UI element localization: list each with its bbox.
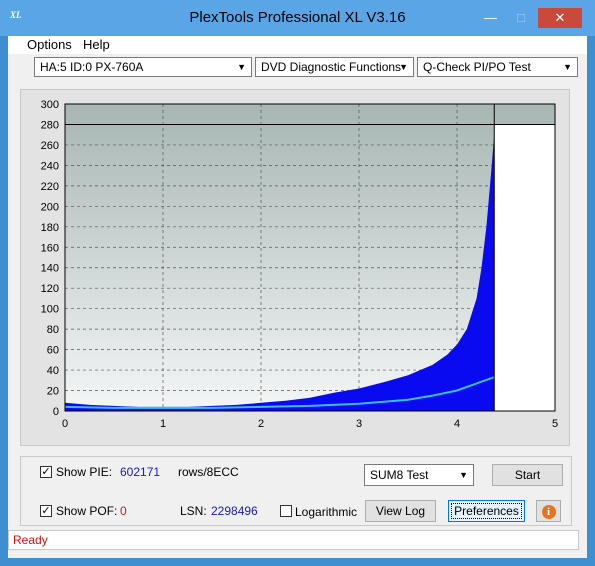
x-tick-label: 1 bbox=[160, 418, 166, 430]
y-tick-label: 60 bbox=[47, 345, 59, 357]
x-tick-label: 3 bbox=[356, 418, 362, 430]
chevron-down-icon: ▼ bbox=[459, 470, 468, 480]
y-tick-label: 40 bbox=[47, 365, 59, 377]
pi-po-chart: 0204060801001201401601802002202402602803… bbox=[41, 99, 558, 430]
show-pie-checkbox[interactable]: ✓ bbox=[40, 466, 52, 478]
drive-select[interactable]: HA:5 ID:0 PX-760A ▼ bbox=[34, 57, 252, 77]
y-tick-label: 200 bbox=[41, 201, 59, 213]
logarithmic-label: Logarithmic bbox=[295, 505, 358, 519]
close-icon[interactable]: ✕ bbox=[538, 8, 582, 28]
y-axis-ticks: 0 20 40 60 80 100 120 140 160 180 200 220 240 260 280 3… bbox=[41, 99, 59, 418]
y-tick-label: 160 bbox=[41, 242, 59, 254]
x-tick-label: 4 bbox=[454, 418, 460, 430]
preferences-label: Preferences bbox=[451, 503, 522, 519]
logarithmic-checkbox[interactable] bbox=[280, 505, 292, 517]
function-select-value: DVD Diagnostic Functions bbox=[261, 60, 402, 74]
y-tick-label: 120 bbox=[41, 283, 59, 295]
show-pie-label: Show PIE: bbox=[56, 465, 113, 479]
maximize-icon: □ bbox=[517, 10, 525, 25]
chevron-down-icon: ▼ bbox=[399, 62, 408, 72]
x-tick-label: 0 bbox=[62, 418, 68, 430]
y-tick-label: 300 bbox=[41, 99, 59, 111]
y-tick-label: 280 bbox=[41, 119, 59, 131]
x-tick-label: 2 bbox=[258, 418, 264, 430]
window-title: PlexTools Professional XL V3.16 bbox=[189, 9, 406, 26]
pie-value: 602171 bbox=[120, 465, 161, 479]
show-poe-checkbox[interactable]: ✓ bbox=[40, 505, 52, 517]
drive-select-value: HA:5 ID:0 PX-760A bbox=[40, 60, 144, 74]
unused-region bbox=[494, 124, 555, 411]
pie-unit: rows/8ECC bbox=[178, 465, 239, 479]
y-tick-label: 140 bbox=[41, 263, 59, 275]
x-axis-ticks: 0 1 2 3 4 5 bbox=[62, 418, 558, 430]
function-select[interactable]: DVD Diagnostic Functions ▼ bbox=[255, 57, 414, 77]
test-select[interactable]: Q-Check PI/PO Test ▼ bbox=[417, 57, 578, 77]
y-tick-label: 260 bbox=[41, 140, 59, 152]
y-tick-label: 220 bbox=[41, 181, 59, 193]
status-text: Ready bbox=[13, 533, 48, 547]
minimize-icon[interactable]: — bbox=[477, 8, 504, 28]
preferences-button[interactable]: Preferences bbox=[448, 500, 525, 522]
view-log-button[interactable]: View Log bbox=[365, 500, 436, 522]
status-bar: Ready bbox=[8, 530, 579, 550]
show-poe-label: Show POF: bbox=[56, 504, 118, 518]
sum-test-select[interactable]: SUM8 Test ▼ bbox=[364, 464, 474, 486]
menu-help[interactable]: Help bbox=[83, 37, 110, 52]
y-tick-label: 100 bbox=[41, 304, 59, 316]
menu-options[interactable]: Options bbox=[27, 37, 72, 52]
info-button[interactable]: i bbox=[536, 500, 561, 522]
poe-value: 0 bbox=[120, 504, 127, 518]
y-tick-label: 80 bbox=[47, 324, 59, 336]
chevron-down-icon: ▼ bbox=[563, 62, 572, 72]
start-button[interactable]: Start bbox=[492, 464, 563, 486]
test-select-value: Q-Check PI/PO Test bbox=[423, 60, 531, 74]
lsn-label: LSN: bbox=[180, 504, 207, 518]
y-tick-label: 180 bbox=[41, 222, 59, 234]
sum-test-value: SUM8 Test bbox=[370, 468, 429, 482]
x-tick-label: 5 bbox=[552, 418, 558, 430]
y-tick-label: 240 bbox=[41, 160, 59, 172]
lsn-value: 2298496 bbox=[211, 504, 258, 518]
y-tick-label: 20 bbox=[47, 386, 59, 398]
info-icon: i bbox=[541, 505, 556, 519]
y-tick-label: 0 bbox=[53, 406, 59, 418]
chevron-down-icon: ▼ bbox=[237, 62, 246, 72]
